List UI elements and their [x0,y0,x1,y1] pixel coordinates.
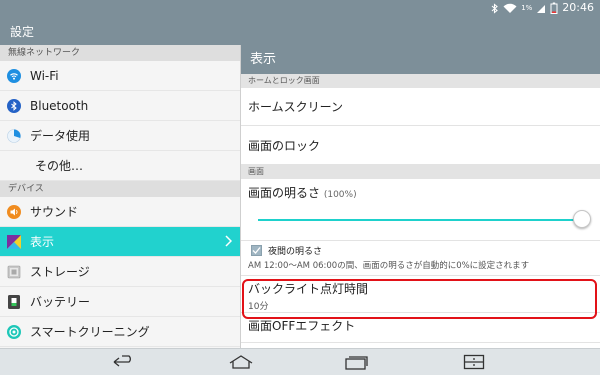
brightness-label: 画面の明るさ [248,186,321,200]
sidebar-item-sound[interactable]: サウンド [0,197,240,227]
wifi-icon [503,3,517,13]
sidebar-item-other[interactable]: その他… [0,151,240,181]
home-icon [229,355,253,369]
bluetooth-icon [7,98,21,113]
highlight-annotation [242,279,597,319]
recent-apps-icon [345,356,368,370]
display-icon [7,234,21,249]
sidebar-item-label: データ使用 [30,129,91,143]
chevron-right-icon [225,235,232,247]
status-bar: 1% 20:46 [0,0,600,16]
battery-icon [7,294,21,309]
home-button[interactable] [227,354,255,370]
smart-cleaning-icon [7,324,21,339]
screen-lock-item[interactable]: 画面のロック [241,126,600,165]
sidebar-item-storage[interactable]: ストレージ [0,257,240,287]
sidebar-item-label: Bluetooth [30,98,89,113]
brightness-slider-track[interactable] [258,219,580,221]
sidebar-item-smart-cleaning[interactable]: スマートクリーニング [0,317,240,347]
sidebar-item-label: スマートクリーニング [30,325,150,339]
sidebar-item-wifi[interactable]: Wi-Fi [0,61,240,91]
brightness-item: 画面の明るさ (100%) [241,179,600,241]
sidebar-item-battery[interactable]: バッテリー [0,287,240,317]
brightness-slider-handle[interactable] [573,210,591,228]
sidebar-item-label: その他… [35,159,84,173]
sidebar-item-label: バッテリー [30,295,91,309]
screen-lock-label: 画面のロック [248,139,321,153]
back-icon [113,355,131,367]
section-header-wireless: 無線ネットワーク [0,45,240,61]
menu-icon [463,354,485,370]
app-title: 設定 [10,25,35,39]
data-usage-icon [7,128,21,143]
sidebar-item-data-usage[interactable]: データ使用 [0,121,240,151]
screen-off-effect-label: 画面OFFエフェクト [248,319,356,333]
night-brightness-checkbox[interactable] [251,244,262,256]
clock-text: 20:46 [562,1,594,14]
settings-category-list: 無線ネットワーク Wi-Fi Bluetooth データ使用 その他… デバイス… [0,45,240,348]
night-brightness-label: 夜間の明るさ [268,246,323,257]
menu-button[interactable] [460,354,488,370]
section-header-device: デバイス [0,181,240,197]
home-screen-label: ホームスクリーン [248,100,344,114]
sound-icon [7,204,21,219]
sidebar-item-label: サウンド [30,205,79,219]
back-button[interactable] [110,354,138,370]
section-header-home-lock: ホームとロック画面 [241,74,600,88]
home-screen-item[interactable]: ホームスクリーン [241,88,600,126]
sidebar-item-label: 表示 [30,235,55,249]
night-brightness-note: AM 12:00〜AM 06:00の間、画面の明るさが自動的に0%に設定されます [241,259,600,276]
section-header-screen: 画面 [241,165,600,179]
sidebar-item-label: Wi-Fi [30,68,59,83]
battery-icon [550,2,558,14]
storage-icon [7,265,21,279]
app-bar: 設定 [0,16,600,45]
brightness-value: (100%) [323,190,357,200]
status-icons: 1% 20:46 [491,1,594,15]
wifi-icon [7,68,21,83]
battery-percent-text: 1% [521,4,533,12]
recent-apps-button[interactable] [343,354,371,370]
checkmark-icon [252,246,261,254]
bluetooth-icon [491,2,499,14]
signal-icon [537,4,546,13]
panel-title: 表示 [241,45,600,74]
sidebar-item-label: ストレージ [30,265,90,279]
night-brightness-item[interactable]: 夜間の明るさ [241,241,600,259]
navigation-bar [0,348,600,375]
sidebar-item-bluetooth[interactable]: Bluetooth [0,91,240,121]
sidebar-item-display[interactable]: 表示 [0,227,240,257]
